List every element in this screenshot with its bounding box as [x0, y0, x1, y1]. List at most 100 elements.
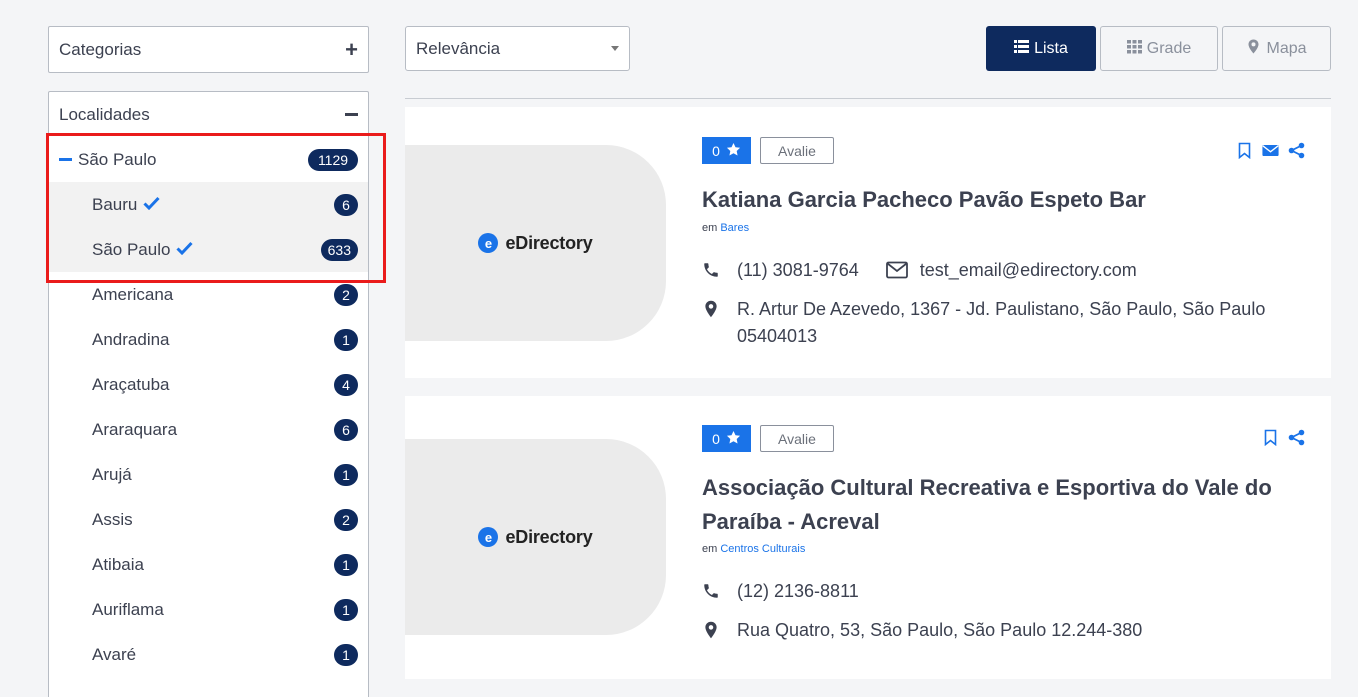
view-map-button[interactable]: Mapa — [1222, 26, 1331, 71]
locality-label: Araraquara — [92, 419, 178, 439]
phone-icon — [702, 578, 720, 608]
listing-category-line: em Bares — [702, 222, 749, 234]
check-icon — [143, 195, 160, 215]
locality-count: 633 — [320, 238, 358, 261]
categories-filter[interactable]: Categorias + — [48, 26, 369, 73]
phone-icon — [702, 257, 720, 287]
localities-header[interactable]: Localidades — [49, 92, 368, 137]
locality-label: Araçatuba — [92, 374, 170, 394]
rating-badge: 0 — [702, 137, 751, 164]
localities-list: São Paulo 1129 Bauru 6 São Paulo 633 Ame… — [49, 137, 368, 677]
map-marker-icon — [702, 296, 720, 326]
listing-thumbnail[interactable]: e eDirectory — [405, 145, 666, 341]
share-icon[interactable] — [1288, 429, 1305, 446]
listing-address: R. Artur De Azevedo, 1367 - Jd. Paulista… — [737, 299, 1266, 346]
locality-count: 1 — [334, 643, 358, 666]
listing-actions — [1236, 142, 1305, 159]
localities-label: Localidades — [59, 104, 150, 124]
locality-item-assis[interactable]: Assis 2 — [49, 497, 368, 542]
email-icon[interactable] — [1262, 142, 1279, 159]
locality-count: 6 — [334, 418, 358, 441]
envelope-icon — [885, 257, 908, 287]
locality-count: 1 — [334, 463, 358, 486]
sort-value: Relevância — [416, 38, 501, 58]
list-icon — [1014, 39, 1030, 59]
listing-category-link[interactable]: Bares — [720, 222, 749, 234]
map-marker-icon — [702, 617, 720, 647]
locality-count: 1 — [334, 598, 358, 621]
locality-item-avare[interactable]: Avaré 1 — [49, 632, 368, 677]
collapse-icon[interactable] — [59, 158, 72, 161]
locality-item-atibaia[interactable]: Atibaia 1 — [49, 542, 368, 587]
listing-thumbnail[interactable]: e eDirectory — [405, 439, 666, 635]
locality-label: Avaré — [92, 644, 137, 664]
map-marker-icon — [1246, 39, 1261, 59]
address-row: Rua Quatro, 53, São Paulo, São Paulo 12.… — [702, 617, 1142, 647]
divider — [405, 98, 1331, 99]
minus-icon[interactable] — [345, 113, 358, 116]
view-list-button[interactable]: Lista — [986, 26, 1096, 71]
locality-count: 1 — [334, 553, 358, 576]
logo-text: eDirectory — [505, 232, 593, 253]
bookmark-icon[interactable] — [1262, 429, 1279, 446]
contact-row: (12) 2136-8811 — [702, 578, 859, 608]
locality-item-andradina[interactable]: Andradina 1 — [49, 317, 368, 362]
view-grid-button[interactable]: Grade — [1100, 26, 1218, 71]
locality-item-americana[interactable]: Americana 2 — [49, 272, 368, 317]
bookmark-icon[interactable] — [1236, 142, 1253, 159]
listing-phone[interactable]: (11) 3081-9764 — [737, 257, 859, 284]
categories-label: Categorias — [59, 39, 142, 59]
grid-icon — [1126, 39, 1142, 59]
locality-count: 2 — [334, 508, 358, 531]
logo-text: eDirectory — [505, 526, 593, 547]
rate-button[interactable]: Avalie — [760, 425, 834, 452]
listing-actions — [1262, 429, 1305, 446]
rating-value: 0 — [712, 430, 720, 447]
locality-item-aruja[interactable]: Arujá 1 — [49, 452, 368, 497]
locality-item-sao-paulo[interactable]: São Paulo 633 — [49, 227, 368, 272]
view-map-label: Mapa — [1266, 39, 1307, 57]
listing-category-link[interactable]: Centros Culturais — [720, 543, 805, 555]
locality-label: Bauru — [92, 194, 138, 214]
contact-row: (11) 3081-9764 test_email@edirectory.com — [702, 257, 1137, 287]
listing-title[interactable]: Katiana Garcia Pacheco Pavão Espeto Bar — [702, 183, 1302, 217]
rating-value: 0 — [712, 142, 720, 159]
localities-filter: Localidades São Paulo 1129 Bauru 6 São P… — [48, 91, 369, 697]
listing-category-line: em Centros Culturais — [702, 543, 805, 555]
locality-item-aracatuba[interactable]: Araçatuba 4 — [49, 362, 368, 407]
chevron-down-icon — [611, 46, 619, 51]
locality-label: Arujá — [92, 464, 132, 484]
listing-phone[interactable]: (12) 2136-8811 — [737, 578, 859, 605]
check-icon — [176, 240, 194, 260]
sort-select[interactable]: Relevância — [405, 26, 630, 71]
listing-email[interactable]: test_email@edirectory.com — [920, 257, 1137, 284]
listing-card[interactable]: e eDirectory 0 Avalie Katiana Garcia Pac… — [405, 107, 1331, 378]
locality-count: 1 — [334, 328, 358, 351]
locality-count: 2 — [334, 283, 358, 306]
locality-count: 4 — [334, 373, 358, 396]
locality-label: Americana — [92, 284, 174, 304]
rating-badge: 0 — [702, 425, 751, 452]
listing-title[interactable]: Associação Cultural Recreativa e Esporti… — [702, 471, 1302, 539]
locality-item-araraquara[interactable]: Araraquara 6 — [49, 407, 368, 452]
share-icon[interactable] — [1288, 142, 1305, 159]
listing-card[interactable]: e eDirectory 0 Avalie Associação Cultura… — [405, 396, 1331, 679]
locality-count: 1129 — [308, 148, 358, 171]
locality-count: 6 — [334, 193, 358, 216]
rate-button[interactable]: Avalie — [760, 137, 834, 164]
view-grid-label: Grade — [1146, 39, 1192, 57]
view-list-label: Lista — [1034, 39, 1068, 57]
address-row: R. Artur De Azevedo, 1367 - Jd. Paulista… — [702, 296, 1302, 350]
locality-parent-sao-paulo[interactable]: São Paulo 1129 — [49, 137, 368, 182]
star-icon — [726, 142, 741, 160]
plus-icon[interactable]: + — [345, 38, 358, 61]
locality-label: Auriflama — [92, 599, 164, 619]
locality-item-auriflama[interactable]: Auriflama 1 — [49, 587, 368, 632]
listing-address: Rua Quatro, 53, São Paulo, São Paulo 12.… — [737, 620, 1143, 640]
locality-label: São Paulo — [92, 239, 171, 259]
in-label: em — [702, 222, 718, 234]
locality-item-bauru[interactable]: Bauru 6 — [49, 182, 368, 227]
locality-label: Atibaia — [92, 554, 144, 574]
rating-row: 0 Avalie — [702, 425, 834, 452]
rating-row: 0 Avalie — [702, 137, 834, 164]
